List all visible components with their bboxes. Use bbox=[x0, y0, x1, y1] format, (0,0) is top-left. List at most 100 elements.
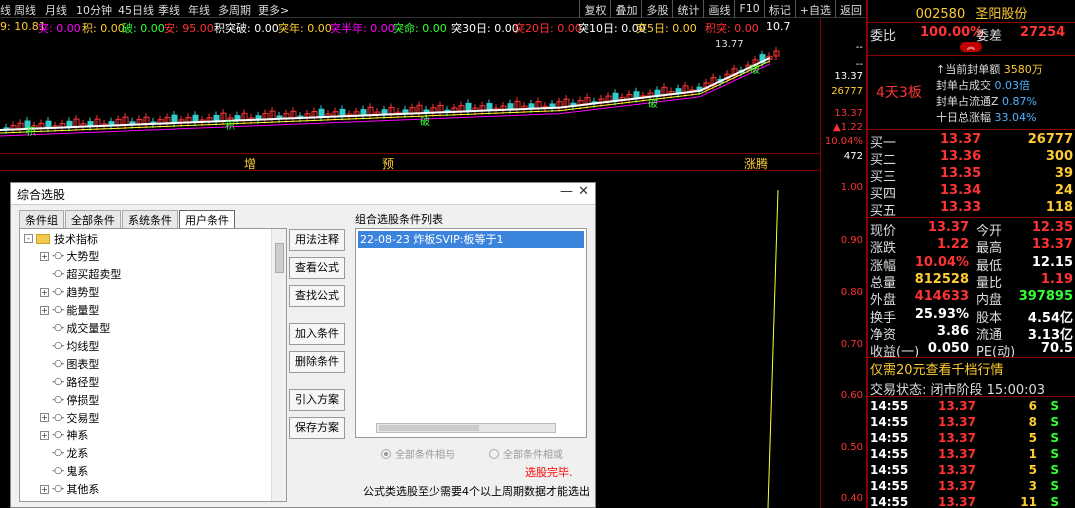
tick-row[interactable]: 14:55 13.37 3 S bbox=[870, 479, 1075, 495]
tree-item[interactable]: + -○- 交易型 bbox=[40, 409, 99, 426]
tree-item[interactable]: -○- 路径型 bbox=[40, 373, 99, 390]
tick-time: 14:55 bbox=[870, 399, 909, 413]
tree-scrollbar-thumb[interactable] bbox=[275, 243, 284, 273]
tick-time: 14:55 bbox=[870, 447, 909, 461]
period-tab[interactable]: 线 bbox=[0, 2, 11, 18]
condition-list-scrollbar[interactable] bbox=[376, 423, 556, 433]
period-tab[interactable]: 多周期 bbox=[218, 2, 251, 18]
tree-scrollbar[interactable] bbox=[271, 229, 286, 501]
period-tab[interactable]: 更多> bbox=[258, 2, 289, 18]
buy-level-row[interactable]: 买五 13.33 118 bbox=[870, 199, 1075, 219]
tree-item[interactable]: -○- 均线型 bbox=[40, 337, 99, 354]
buy-level-row[interactable]: 买二 13.36 300 bbox=[870, 148, 1075, 168]
dialog-titlebar[interactable]: 综合选股 — ✕ bbox=[11, 183, 595, 205]
buy-level-row[interactable]: 买三 13.35 39 bbox=[870, 165, 1075, 185]
tick-volume: 8 bbox=[1028, 415, 1037, 429]
scrollbar-thumb[interactable] bbox=[379, 425, 479, 431]
tab-condition-group[interactable]: 用户条件 bbox=[179, 210, 235, 228]
tab-condition-group[interactable]: 系统条件 bbox=[122, 210, 178, 228]
import-plan-button[interactable]: 引入方案 bbox=[289, 389, 345, 411]
tree-item[interactable]: + -○- 能量型 bbox=[40, 302, 99, 319]
radio-all-or[interactable]: 全部条件相或 bbox=[489, 446, 563, 461]
stat-value: 812528 bbox=[914, 271, 969, 287]
chart-tool-button[interactable]: 叠加 bbox=[610, 0, 641, 18]
tick-row[interactable]: 14:55 13.37 6 S bbox=[870, 399, 1075, 415]
period-tab[interactable]: 10分钟 bbox=[76, 2, 112, 18]
tree-item[interactable]: -○- 停损型 bbox=[40, 391, 99, 408]
expand-icon[interactable]: + bbox=[40, 413, 49, 422]
signal-marker: 积 bbox=[225, 120, 235, 132]
condition-node-icon: -○- bbox=[52, 412, 64, 423]
tick-time: 14:55 bbox=[870, 415, 909, 429]
price-axis: -- -- 13.37 26777 13.37 ▲1.22 10.04% 472 1.00 0.9… bbox=[821, 19, 866, 508]
radio-all-and[interactable]: 全部条件相与 bbox=[381, 446, 455, 461]
chevron-down-icon[interactable]: ︽ bbox=[960, 42, 982, 52]
tree-item[interactable]: - 技术指标 bbox=[24, 230, 98, 247]
chart-tool-button[interactable]: 统计 bbox=[672, 0, 703, 18]
tab-condition-group[interactable]: 全部条件 bbox=[65, 210, 121, 228]
tick-row[interactable]: 14:55 13.37 11 S bbox=[870, 495, 1075, 508]
buy-level-row[interactable]: 买四 13.34 24 bbox=[870, 182, 1075, 202]
chart-tool-button[interactable]: F10 bbox=[734, 0, 763, 18]
chart-tool-button[interactable]: 标记 bbox=[763, 0, 795, 18]
period-tab[interactable]: 年线 bbox=[188, 2, 210, 18]
chart-tool-button[interactable]: 返回 bbox=[835, 0, 866, 18]
tree-item-label: 大势型 bbox=[66, 250, 100, 264]
expand-icon[interactable]: + bbox=[40, 430, 49, 440]
tree-item[interactable]: -○- 成交量型 bbox=[40, 320, 110, 337]
tree-item[interactable]: -○- 超买超卖型 bbox=[40, 266, 121, 283]
candle bbox=[171, 114, 178, 124]
tick-row[interactable]: 14:55 13.37 8 S bbox=[870, 415, 1075, 431]
condition-item[interactable]: 22-08-23 炸板SVIP:板等于1 bbox=[358, 231, 584, 248]
tree-item[interactable]: -○- 龙系 bbox=[40, 445, 88, 462]
axis-label: 1.00 bbox=[840, 182, 863, 193]
indicator-line bbox=[767, 189, 779, 508]
buy-level-volume: 24 bbox=[1054, 183, 1073, 198]
indicator-value: 10.7 bbox=[766, 20, 791, 33]
kline-price-chart[interactable]: 13.77积积 破破破 bbox=[0, 35, 820, 153]
chart-tool-button[interactable]: +自选 bbox=[794, 0, 835, 18]
add-condition-button[interactable]: 加入条件 bbox=[289, 323, 345, 345]
tick-row[interactable]: 14:55 13.37 1 S bbox=[870, 447, 1075, 463]
tree-item[interactable]: + -○- 大势型 bbox=[40, 248, 99, 265]
period-tab[interactable]: 45日线 bbox=[118, 2, 154, 18]
condition-node-icon: -○- bbox=[52, 305, 64, 316]
close-icon[interactable]: ✕ bbox=[578, 184, 589, 199]
usage-note-button[interactable]: 用法注释 bbox=[289, 229, 345, 251]
period-tab[interactable]: 月线 bbox=[45, 2, 67, 18]
tree-item[interactable]: + -○- 其他系 bbox=[40, 481, 99, 498]
delete-condition-button[interactable]: 删除条件 bbox=[289, 351, 345, 373]
seal-info-row: ↑当前封单额 3580万 bbox=[936, 62, 1043, 78]
chart-tool-button[interactable]: 画线 bbox=[703, 0, 734, 18]
tick-row[interactable]: 14:55 13.37 5 S bbox=[870, 431, 1075, 447]
chart-tool-button[interactable]: 复权 bbox=[579, 0, 610, 18]
tick-row[interactable]: 14:55 13.37 5 S bbox=[870, 463, 1075, 479]
stock-header[interactable]: 002580 圣阳股份 bbox=[868, 3, 1075, 22]
indicator-tree[interactable]: - 技术指标 + -○- 大势型 -○- 超买超卖型 + -○- 趋势型 + -○- 能量型 -○- 成交量… bbox=[19, 228, 287, 502]
tree-item[interactable]: -○- 鬼系 bbox=[40, 463, 88, 480]
tree-item[interactable]: -○- 图表型 bbox=[40, 355, 99, 372]
tree-item[interactable]: + -○- 趋势型 bbox=[40, 284, 99, 301]
signal-marker: 破 bbox=[420, 115, 430, 128]
expand-icon[interactable]: + bbox=[40, 251, 49, 261]
tree-item[interactable]: + -○- 神系 bbox=[40, 427, 88, 444]
view-formula-button[interactable]: 查看公式 bbox=[289, 257, 345, 279]
tab-condition-group[interactable]: 条件组 bbox=[19, 210, 64, 228]
minimize-icon[interactable]: — bbox=[560, 184, 573, 199]
condition-list[interactable]: 22-08-23 炸板SVIP:板等于1 bbox=[355, 228, 587, 438]
level2-promo-link[interactable]: 仅需20元查看千档行情 bbox=[870, 359, 1004, 378]
period-tab[interactable]: 周线 bbox=[14, 2, 36, 18]
tick-price: 13.37 bbox=[938, 463, 976, 477]
expand-icon[interactable]: + bbox=[40, 287, 49, 297]
buy-level-row[interactable]: 买一 13.37 26777 bbox=[870, 131, 1075, 151]
expand-icon[interactable]: + bbox=[40, 484, 49, 494]
chart-tool-button[interactable]: 多股 bbox=[641, 0, 672, 18]
collapse-icon[interactable]: - bbox=[24, 234, 33, 243]
seal-info-value: 0.87% bbox=[1002, 95, 1037, 108]
tree-item-label: 停损型 bbox=[66, 393, 100, 407]
expand-icon[interactable]: + bbox=[40, 305, 49, 315]
candle bbox=[318, 108, 325, 118]
find-formula-button[interactable]: 查找公式 bbox=[289, 285, 345, 307]
period-tab[interactable]: 季线 bbox=[158, 2, 180, 18]
save-plan-button[interactable]: 保存方案 bbox=[289, 417, 345, 439]
